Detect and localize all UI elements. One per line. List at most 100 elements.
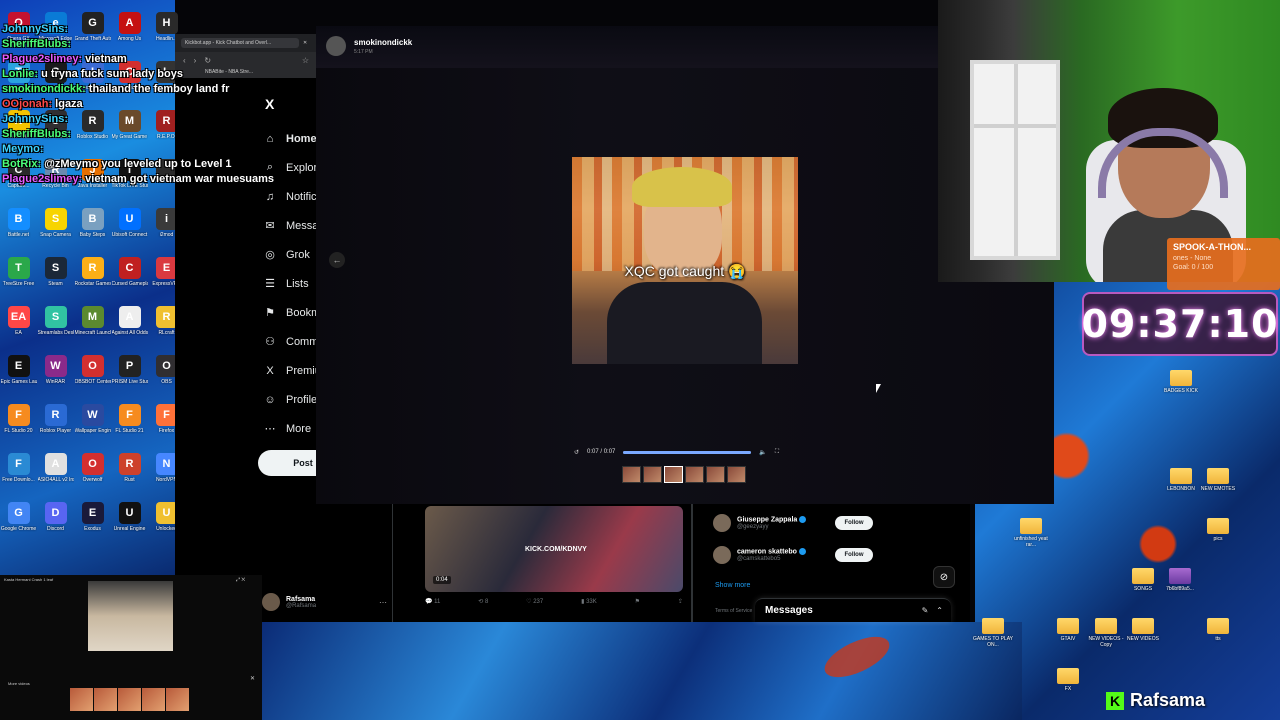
follow-button[interactable]: Follow — [835, 548, 873, 562]
desktop-folder[interactable]: FX — [1046, 668, 1090, 692]
folder-icon — [1170, 370, 1192, 386]
desktop-folder[interactable]: pics — [1196, 518, 1240, 542]
desktop-shortcut[interactable]: F FL Studio 21 — [111, 404, 148, 453]
desktop-shortcut[interactable]: F FL Studio 20 — [0, 404, 37, 453]
verified-badge-icon — [799, 516, 807, 524]
media-duration: 0:04 — [433, 576, 451, 584]
replay-icon[interactable]: ↺ — [574, 449, 579, 456]
app-icon: D — [44, 502, 67, 524]
video-thumbnail[interactable] — [685, 466, 704, 483]
video-thumbnail[interactable] — [664, 466, 683, 483]
lists-icon: ☰ — [265, 278, 275, 290]
desktop-folder[interactable]: tts — [1196, 618, 1240, 642]
video-thumbnail[interactable] — [622, 466, 641, 483]
messages-drawer[interactable]: Messages ✎ ⌃ — [755, 598, 951, 622]
views-button[interactable]: ▮ 33K — [581, 598, 597, 605]
desktop-shortcut[interactable]: W Wallpaper Engine — [74, 404, 111, 453]
desktop-shortcut[interactable]: D Discord — [37, 502, 74, 551]
desktop-shortcut[interactable]: A Against All Odds — [111, 306, 148, 355]
video-thumbnail[interactable] — [70, 688, 93, 711]
desktop-folder[interactable]: BADGES KICK — [1159, 370, 1203, 394]
follow-button[interactable]: Follow — [835, 516, 873, 530]
more-options-icon[interactable]: ⋯ — [379, 598, 387, 607]
desktop-shortcut[interactable]: W WinRAR — [37, 355, 74, 404]
desktop-shortcut[interactable]: B Baby Steps — [74, 208, 111, 257]
desktop-shortcut[interactable]: R Rockstar Games — [74, 257, 111, 306]
video-thumbnail[interactable] — [142, 688, 165, 711]
grok-icon[interactable]: ⊘ — [933, 566, 955, 588]
desktop-shortcut[interactable]: R Rust — [111, 453, 148, 502]
bookmark-icon[interactable]: ⚑ — [635, 598, 640, 605]
video-progress-fill — [623, 450, 752, 454]
shortcut-label: Exodus — [84, 526, 101, 532]
desktop-shortcut[interactable]: O OBSBOT Center — [74, 355, 111, 404]
expand-icon[interactable]: ⌃ — [936, 606, 943, 615]
app-icon: F — [7, 453, 30, 475]
chat-username: OOjonah: — [2, 98, 53, 110]
chat-text: vietnam got vietnam war muesuams — [82, 173, 275, 185]
video-thumbnail[interactable] — [118, 688, 141, 711]
video-thumbnail[interactable] — [94, 688, 117, 711]
mini-player-title: Kasta Hermani Crash 1 leaf — [4, 577, 54, 582]
desktop-shortcut[interactable]: O Overwolf — [74, 453, 111, 502]
desktop-shortcut[interactable]: S Steam — [37, 257, 74, 306]
desktop-shortcut[interactable]: S Streamlabs Desktop — [37, 306, 74, 355]
app-icon: M — [81, 306, 104, 328]
desktop-shortcut[interactable]: U Ubisoft Connect — [111, 208, 148, 257]
video-thumbnail[interactable] — [706, 466, 725, 483]
desktop-shortcut[interactable]: B Battle.net — [0, 208, 37, 257]
app-icon: W — [44, 355, 67, 377]
volume-icon[interactable]: 🔈 — [759, 449, 766, 456]
back-arrow-icon[interactable]: ← — [329, 252, 345, 268]
desktop-folder[interactable]: NEW VIDEOS — [1121, 618, 1165, 642]
poster-name[interactable]: smokinondickk — [354, 38, 412, 47]
account-switcher[interactable]: Rafsama @Rafsama ⋯ — [262, 588, 387, 616]
desktop-folder[interactable]: NEW EMOTES — [1196, 468, 1240, 492]
close-icon[interactable]: ✕ — [250, 675, 255, 682]
repost-button[interactable]: ⟲ 8 — [478, 598, 488, 605]
desktop-folder[interactable]: GAMES TO PLAY ON... — [971, 618, 1015, 648]
desktop-file[interactable]: 7b6bf89a5... — [1158, 568, 1202, 592]
post-media[interactable]: KICK.COM/KDNVY 0:04 — [425, 506, 683, 592]
desktop-shortcut[interactable]: A ASIO4ALL v2 Instruction... — [37, 453, 74, 502]
webcam-shelf — [970, 60, 1060, 260]
desktop-shortcut[interactable]: E Exodus — [74, 502, 111, 551]
reply-button[interactable]: 💬 11 — [425, 598, 440, 605]
shortcut-label: Ubisoft Connect — [111, 232, 148, 238]
desktop-shortcut[interactable]: R Roblox Player — [37, 404, 74, 453]
chat-message: JohnnySins: — [2, 22, 332, 37]
video-player[interactable]: XQC got caught 😭 — [572, 157, 798, 364]
desktop-shortcut[interactable]: T TreeSize Free — [0, 257, 37, 306]
desktop-shortcut[interactable]: E Epic Games Launcher — [0, 355, 37, 404]
video-thumbnail[interactable] — [643, 466, 662, 483]
bookmarks-icon: ⚑ — [265, 307, 275, 319]
shortcut-label: FL Studio 21 — [115, 428, 144, 434]
desktop-shortcut[interactable]: EA EA — [0, 306, 37, 355]
fullscreen-icon[interactable]: ⛶ — [775, 449, 779, 456]
desktop-shortcut[interactable]: P PRISM Live Studio — [111, 355, 148, 404]
like-button[interactable]: ♡ 237 — [526, 598, 543, 605]
suggestion-handle: @geezyayy — [737, 523, 769, 530]
desktop-shortcut[interactable]: G Google Chrome — [0, 502, 37, 551]
desktop-shortcut[interactable]: S Snap Camera — [37, 208, 74, 257]
show-more-link[interactable]: Show more — [715, 582, 750, 589]
kick-brand: K Rafsama — [1106, 690, 1205, 711]
desktop-shortcut[interactable]: U Unreal Engine — [111, 502, 148, 551]
shortcut-label: Cursed Gamepla... — [111, 281, 148, 287]
folder-icon — [1170, 468, 1192, 484]
share-icon[interactable]: ⇪ — [678, 598, 683, 605]
desktop-shortcut[interactable]: C Cursed Gamepla... — [111, 257, 148, 306]
mini-player-video[interactable] — [88, 581, 173, 651]
mini-player-controls-icon[interactable]: ⤢ ✕ — [236, 577, 245, 583]
new-message-icon[interactable]: ✎ — [922, 606, 929, 615]
video-progress-bar[interactable] — [623, 450, 752, 454]
shortcut-label: Discord — [47, 526, 64, 532]
video-thumbnail[interactable] — [166, 688, 189, 711]
desktop-shortcut[interactable]: F Free Downlo... — [0, 453, 37, 502]
terms-link[interactable]: Terms of Service — [715, 608, 752, 614]
app-icon: T — [7, 257, 30, 279]
desktop-shortcut[interactable]: M Minecraft Launcher — [74, 306, 111, 355]
desktop-folder[interactable]: unfinished yeat rar... — [1009, 518, 1053, 548]
video-thumbnail[interactable] — [727, 466, 746, 483]
shortcut-label: EA — [15, 330, 22, 336]
